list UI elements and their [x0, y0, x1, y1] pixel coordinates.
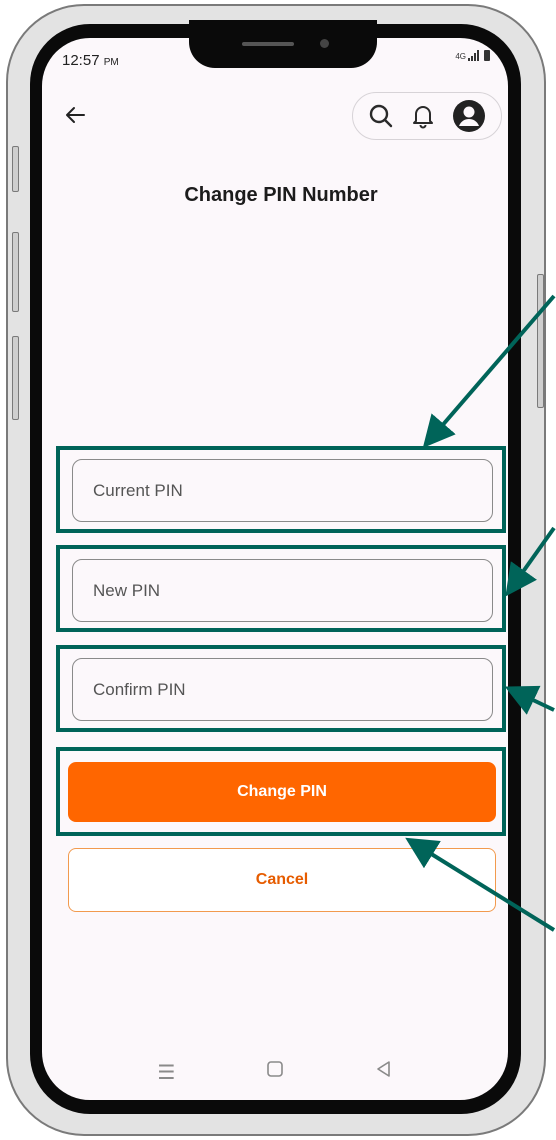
arrow-new-pin — [505, 526, 556, 597]
arrow-change-pin-button — [405, 837, 556, 932]
annotation-arrows — [405, 294, 556, 932]
arrow-current-pin — [422, 294, 556, 449]
system-nav-bar: ☰ — [42, 1060, 508, 1085]
back-icon[interactable] — [375, 1060, 393, 1085]
home-icon[interactable] — [266, 1060, 284, 1085]
menu-icon[interactable]: ☰ — [157, 1060, 175, 1085]
arrow-confirm-pin — [504, 685, 555, 715]
